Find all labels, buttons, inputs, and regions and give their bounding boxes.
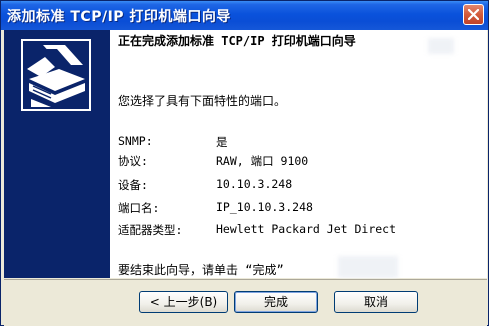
wizard-window: 添加标准 TCP/IP 打印机端口向导 正在完成添加标准 TCP/IP 打印机端…	[0, 0, 489, 326]
property-value: 是	[216, 135, 228, 149]
wizard-heading: 正在完成添加标准 TCP/IP 打印机端口向导	[118, 34, 356, 48]
wizard-footer: < 上一步(B) 完成 取消	[4, 279, 487, 326]
finish-button[interactable]: 完成	[234, 291, 318, 313]
blur-patch	[428, 38, 454, 54]
intro-text: 您选择了具有下面特性的端口。	[118, 94, 287, 108]
wizard-main-panel: 正在完成添加标准 TCP/IP 打印机端口向导 您选择了具有下面特性的端口。 S…	[110, 30, 487, 278]
finish-instruction: 要结束此向导，请单击 “完成”	[118, 263, 284, 277]
close-button[interactable]	[463, 4, 484, 25]
back-button[interactable]: < 上一步(B)	[139, 291, 228, 313]
property-value: IP_10.10.3.248	[216, 200, 313, 214]
wizard-sidebar	[4, 30, 110, 278]
property-label: 协议:	[118, 154, 148, 168]
printer-wizard-icon	[21, 39, 91, 111]
blur-patch	[338, 256, 398, 278]
property-value: 10.10.3.248	[216, 177, 293, 191]
close-icon	[468, 9, 479, 20]
property-label: 设备:	[118, 178, 148, 192]
property-value: Hewlett Packard Jet Direct	[216, 222, 397, 236]
property-label: SNMP:	[118, 134, 153, 148]
property-label: 适配器类型:	[118, 223, 183, 237]
window-title: 添加标准 TCP/IP 打印机端口向导	[7, 9, 231, 25]
cancel-button[interactable]: 取消	[334, 291, 418, 313]
property-label: 端口名:	[118, 201, 160, 215]
property-value: RAW, 端口 9100	[216, 154, 309, 168]
title-bar[interactable]: 添加标准 TCP/IP 打印机端口向导	[1, 1, 488, 30]
wizard-content: 正在完成添加标准 TCP/IP 打印机端口向导 您选择了具有下面特性的端口。 S…	[4, 30, 487, 278]
